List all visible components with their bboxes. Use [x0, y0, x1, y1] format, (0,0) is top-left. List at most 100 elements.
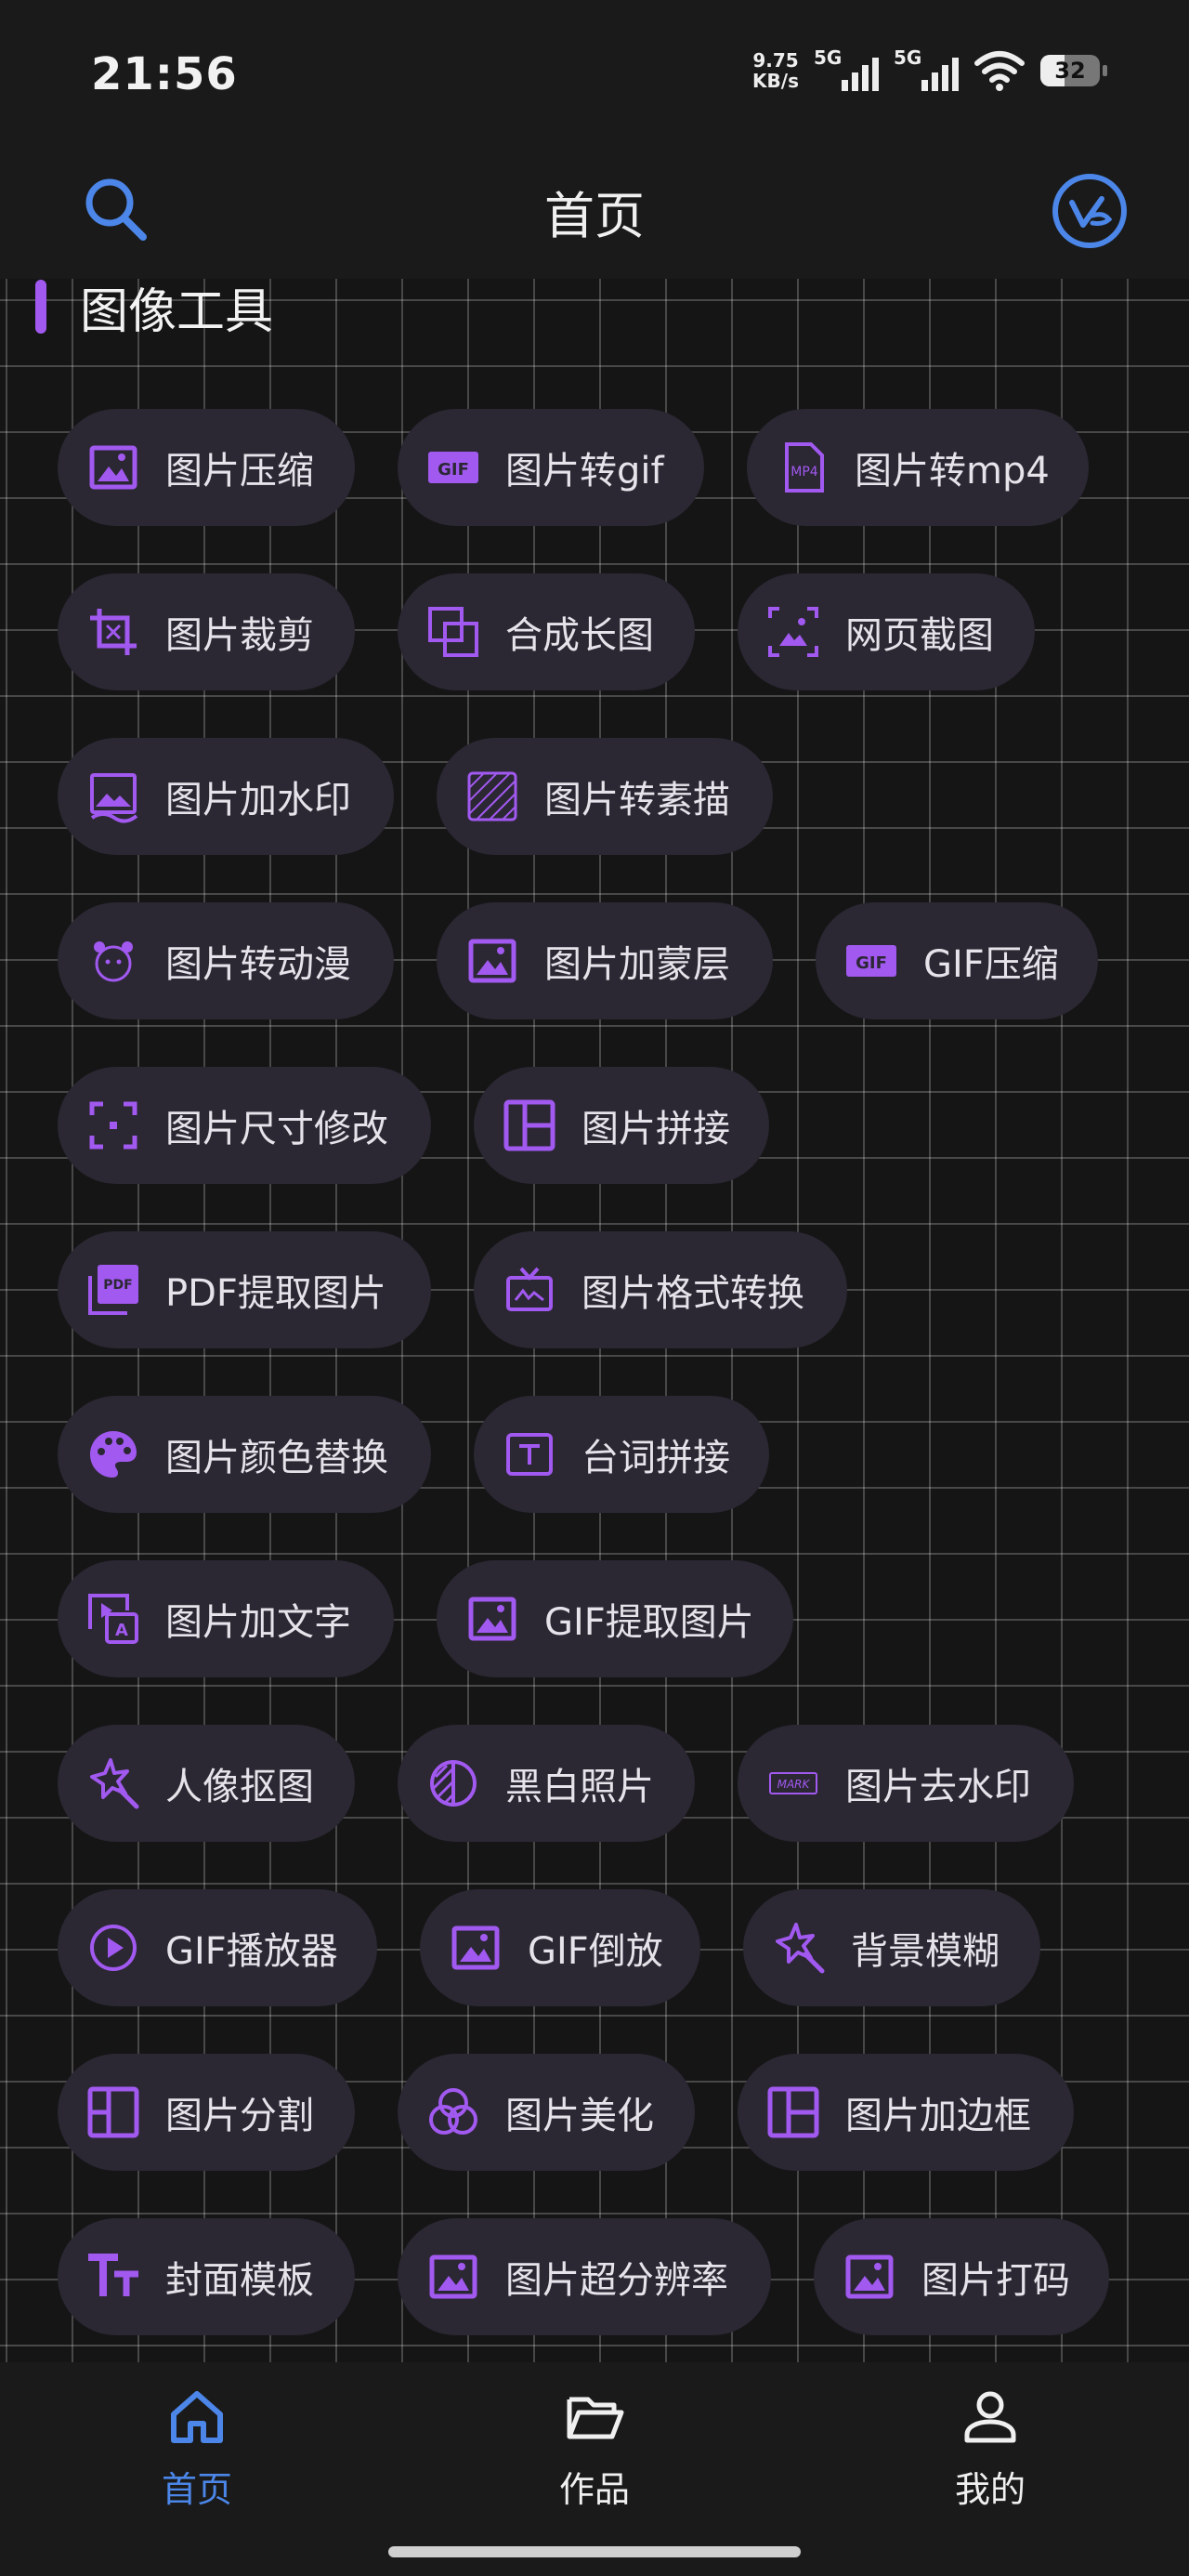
- tool-row: PDF PDF提取图片 图片格式转换: [58, 1231, 1172, 1348]
- image-text-icon: A: [85, 1591, 141, 1647]
- image-icon: [448, 1920, 503, 1976]
- home-indicator[interactable]: [388, 2546, 801, 2557]
- tool-row: 图片转动漫 图片加蒙层 GIF GIF压缩: [58, 902, 1172, 1019]
- tool-chip[interactable]: 封面模板: [58, 2218, 355, 2335]
- svg-text:PDF: PDF: [103, 1278, 132, 1293]
- tool-row: 人像抠图 黑白照片 MARK 图片去水印: [58, 1725, 1172, 1842]
- tool-chip[interactable]: 图片拼接: [474, 1067, 769, 1184]
- tool-chip[interactable]: GIF播放器: [58, 1889, 377, 2006]
- magic-wand-icon: [85, 1755, 141, 1811]
- app-bar: 首页: [0, 149, 1189, 279]
- tool-chip[interactable]: MARK 图片去水印: [738, 1725, 1074, 1842]
- tool-chip[interactable]: 图片尺寸修改: [58, 1067, 431, 1184]
- signal-sim1-icon: 5G: [814, 46, 879, 91]
- tool-chip[interactable]: 图片颜色替换: [58, 1396, 431, 1513]
- tool-chip[interactable]: 黑白照片: [398, 1725, 695, 1842]
- format-convert-icon: [502, 1262, 557, 1318]
- content-area: 图像工具 图片压缩 GIF 图片转gif MP4 图片转mp4 图片裁剪 合成长…: [0, 279, 1189, 2362]
- bottom-nav: 首页 作品 我的: [0, 2362, 1189, 2576]
- svg-text:MARK: MARK: [777, 1778, 811, 1791]
- tool-chip[interactable]: 图片分割: [58, 2054, 355, 2171]
- status-bar: 21:56 9.75 KB/s 5G 5G 32: [0, 0, 1189, 149]
- tool-row: 图片裁剪 合成长图 网页截图: [58, 573, 1172, 690]
- resize-frame-icon: [85, 1097, 141, 1153]
- tool-row: 图片分割 图片美化 图片加边框: [58, 2054, 1172, 2171]
- tool-grid: 图片压缩 GIF 图片转gif MP4 图片转mp4 图片裁剪 合成长图 网页截…: [58, 409, 1172, 2362]
- watermark-image-icon: [85, 769, 141, 824]
- layers-icon: [425, 604, 481, 660]
- tool-chip[interactable]: 图片美化: [398, 2054, 695, 2171]
- tool-chip[interactable]: 图片裁剪: [58, 573, 355, 690]
- svg-text:GIF: GIF: [856, 953, 887, 973]
- tool-chip[interactable]: 背景模糊: [743, 1889, 1040, 2006]
- home-icon: [171, 2391, 223, 2443]
- status-time: 21:56: [91, 48, 238, 100]
- wifi-icon: [974, 51, 1025, 91]
- gif-icon: GIF: [425, 440, 481, 495]
- tool-chip[interactable]: 图片转素描: [437, 738, 773, 855]
- status-indicators: 9.75 KB/s 5G 5G 32: [752, 46, 1107, 92]
- play-circle-icon: [85, 1920, 141, 1976]
- font-size-icon: [85, 2249, 141, 2305]
- magic-wand-icon: [771, 1920, 827, 1976]
- section-accent-bar: [35, 280, 46, 334]
- page-title: 首页: [544, 187, 645, 245]
- nav-home[interactable]: 首页: [104, 2386, 290, 2512]
- tool-chip[interactable]: GIF提取图片: [437, 1560, 793, 1677]
- sketch-pattern-icon: [464, 769, 520, 824]
- tool-chip[interactable]: 图片压缩: [58, 409, 355, 526]
- tool-chip[interactable]: 合成长图: [398, 573, 695, 690]
- tool-chip[interactable]: 台词拼接: [474, 1396, 769, 1513]
- beautify-circles-icon: [425, 2084, 481, 2140]
- battery-icon: 32: [1040, 55, 1107, 86]
- screenshot-icon: [765, 604, 821, 660]
- anime-face-icon: [85, 933, 141, 989]
- user-icon: [964, 2391, 1016, 2443]
- tool-row: GIF播放器 GIF倒放 背景模糊: [58, 1889, 1172, 2006]
- tool-chip[interactable]: 图片超分辨率: [398, 2218, 771, 2335]
- image-icon: [842, 2249, 897, 2305]
- svg-text:MP4: MP4: [790, 465, 818, 480]
- tool-chip[interactable]: GIF 图片转gif: [398, 409, 704, 526]
- tool-chip[interactable]: A 图片加文字: [58, 1560, 394, 1677]
- nav-me[interactable]: 我的: [897, 2386, 1083, 2512]
- tool-chip[interactable]: 网页截图: [738, 573, 1035, 690]
- tool-chip[interactable]: PDF PDF提取图片: [58, 1231, 431, 1348]
- mp4-file-icon: MP4: [775, 440, 830, 495]
- split-layout-icon: [85, 2084, 141, 2140]
- tool-chip[interactable]: GIF倒放: [420, 1889, 700, 2006]
- crop-icon: [85, 604, 141, 660]
- vip-badge-icon[interactable]: [1050, 171, 1130, 251]
- tool-row: A 图片加文字 GIF提取图片: [58, 1560, 1172, 1677]
- tool-chip[interactable]: MP4 图片转mp4: [747, 409, 1089, 526]
- tool-row: 图片尺寸修改 图片拼接: [58, 1067, 1172, 1184]
- pdf-icon: PDF: [85, 1262, 141, 1318]
- mark-remove-icon: MARK: [765, 1755, 821, 1811]
- section-header: 图像工具: [35, 279, 273, 340]
- tool-chip[interactable]: 图片转动漫: [58, 902, 394, 1019]
- contrast-icon: [425, 1755, 481, 1811]
- tool-chip[interactable]: 图片加蒙层: [437, 902, 773, 1019]
- gif-icon: GIF: [843, 933, 899, 989]
- svg-text:GIF: GIF: [438, 460, 469, 480]
- tool-chip[interactable]: 图片加水印: [58, 738, 394, 855]
- tool-chip[interactable]: 图片打码: [814, 2218, 1109, 2335]
- tool-chip[interactable]: GIF GIF压缩: [816, 902, 1098, 1019]
- tool-row: 封面模板 图片超分辨率 图片打码: [58, 2218, 1172, 2335]
- text-box-icon: [502, 1426, 557, 1482]
- image-icon: [464, 933, 520, 989]
- tool-row: 图片加水印 图片转素描: [58, 738, 1172, 855]
- tool-row: 图片颜色替换 台词拼接: [58, 1396, 1172, 1513]
- folder-icon: [567, 2397, 624, 2439]
- tool-chip[interactable]: 图片格式转换: [474, 1231, 847, 1348]
- network-speed: 9.75 KB/s: [752, 49, 799, 92]
- section-title: 图像工具: [80, 283, 274, 340]
- palette-icon: [85, 1426, 141, 1482]
- nav-works[interactable]: 作品: [502, 2386, 687, 2512]
- tool-row: 图片压缩 GIF 图片转gif MP4 图片转mp4: [58, 409, 1172, 526]
- tool-chip[interactable]: 图片加边框: [738, 2054, 1074, 2171]
- image-icon: [464, 1591, 520, 1647]
- svg-text:A: A: [115, 1621, 128, 1640]
- tool-chip[interactable]: 人像抠图: [58, 1725, 355, 1842]
- border-layout-icon: [765, 2084, 821, 2140]
